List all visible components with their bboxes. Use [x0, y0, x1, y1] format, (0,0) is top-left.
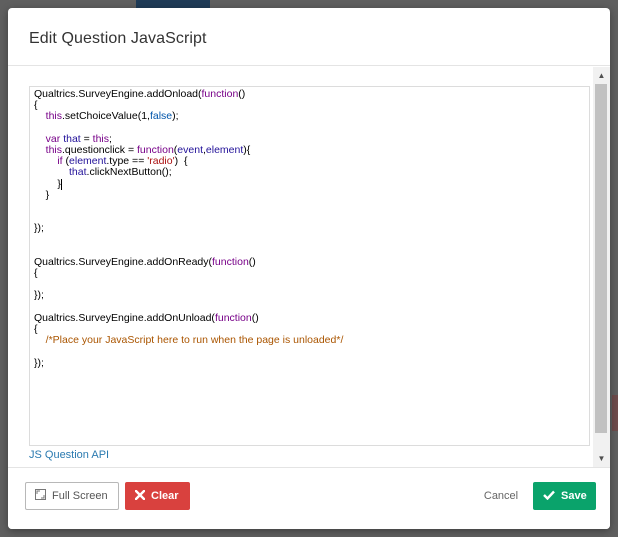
- code-editor[interactable]: Qualtrics.SurveyEngine.addOnload(functio…: [29, 86, 590, 446]
- dialog-title: Edit Question JavaScript: [29, 30, 207, 47]
- text-cursor: [60, 178, 62, 190]
- code-token: (): [248, 255, 256, 268]
- code-token: Qualtrics.SurveyEngine.addOnUnload(: [34, 311, 215, 324]
- check-icon: [543, 490, 555, 503]
- background-panel: [136, 0, 210, 8]
- code-line[interactable]: [34, 346, 343, 357]
- code-line[interactable]: that.clickNextButton();: [34, 167, 343, 178]
- chevron-down-icon[interactable]: ▼: [593, 450, 610, 467]
- js-question-api-link[interactable]: JS Question API: [29, 449, 109, 461]
- full-screen-button[interactable]: Full Screen: [25, 482, 119, 510]
- clear-button[interactable]: Clear: [125, 482, 190, 510]
- code-token: function: [214, 311, 252, 324]
- code-token: function: [137, 143, 174, 156]
- code-line[interactable]: Qualtrics.SurveyEngine.addOnUnload(funct…: [34, 311, 343, 324]
- code-line[interactable]: [34, 234, 343, 245]
- save-label: Save: [561, 490, 587, 502]
- code-token: this: [92, 132, 110, 145]
- dialog-body: Qualtrics.SurveyEngine.addOnload(functio…: [8, 67, 610, 467]
- code-token: {: [34, 99, 38, 112]
- code-token: .questionclick =: [62, 143, 138, 156]
- code-line[interactable]: Qualtrics.SurveyEngine.addOnload(functio…: [34, 88, 343, 100]
- code-line[interactable]: [34, 201, 343, 212]
- code-token: /*Place your JavaScript here to run when…: [45, 334, 344, 347]
- code-token: {: [34, 267, 38, 279]
- code-token: );: [172, 110, 179, 123]
- code-token: });: [34, 222, 44, 235]
- code-token: });: [34, 356, 44, 369]
- code-token: this: [45, 143, 63, 156]
- code-token: {: [34, 322, 38, 335]
- code-token: });: [34, 289, 44, 302]
- code-line[interactable]: });: [34, 356, 343, 369]
- chevron-up-icon[interactable]: ▲: [593, 67, 610, 84]
- code-token: function: [201, 88, 239, 100]
- code-token: =: [80, 132, 93, 145]
- dialog-footer: Full Screen Clear Cancel Save: [8, 467, 610, 529]
- vertical-scrollbar[interactable]: ▲ ▼: [593, 67, 610, 467]
- code-content[interactable]: Qualtrics.SurveyEngine.addOnload(functio…: [34, 88, 344, 369]
- code-line[interactable]: {: [34, 267, 343, 279]
- code-token: element: [69, 155, 107, 168]
- code-token: (): [238, 88, 246, 100]
- code-token: that: [63, 132, 81, 145]
- code-line[interactable]: [34, 279, 343, 290]
- x-icon: [134, 488, 146, 503]
- code-line[interactable]: }: [34, 177, 343, 190]
- code-token: ) {: [174, 155, 188, 168]
- expand-icon: [35, 489, 46, 503]
- code-token: ){: [243, 143, 251, 156]
- clear-label: Clear: [151, 490, 179, 502]
- code-token: event: [177, 143, 203, 156]
- code-line[interactable]: });: [34, 290, 343, 301]
- code-token: var: [45, 132, 61, 145]
- code-token: 'radio': [147, 155, 175, 168]
- code-line[interactable]: this.setChoiceValue(1,false);: [34, 111, 343, 122]
- code-token: }: [34, 188, 50, 201]
- background-edge: [612, 395, 618, 431]
- code-line[interactable]: }: [34, 188, 343, 201]
- cancel-button[interactable]: Cancel: [478, 482, 524, 510]
- code-token: }: [34, 177, 61, 190]
- code-token: Qualtrics.SurveyEngine.addOnload(: [34, 88, 202, 100]
- scrollbar-thumb[interactable]: [595, 84, 607, 433]
- code-line[interactable]: Qualtrics.SurveyEngine.addOnReady(functi…: [34, 255, 343, 268]
- code-token: .setChoiceValue(1,: [62, 110, 150, 123]
- code-token: .type ==: [106, 155, 148, 168]
- code-token: .clickNextButton();: [86, 166, 172, 179]
- code-token: Qualtrics.SurveyEngine.addOnReady(: [34, 255, 213, 268]
- code-token: this: [45, 110, 63, 123]
- code-token: element: [205, 143, 244, 156]
- code-line[interactable]: });: [34, 223, 343, 234]
- code-line[interactable]: /*Place your JavaScript here to run when…: [34, 334, 344, 347]
- code-token: function: [212, 255, 249, 268]
- code-token: (): [251, 311, 259, 324]
- edit-javascript-dialog: Edit Question JavaScript Qualtrics.Surve…: [8, 8, 610, 529]
- code-token: false: [149, 110, 173, 123]
- code-token: ;: [109, 132, 112, 145]
- code-line[interactable]: [34, 212, 343, 223]
- dialog-header: Edit Question JavaScript: [8, 8, 610, 66]
- save-button[interactable]: Save: [533, 482, 596, 510]
- code-token: that: [69, 166, 87, 179]
- full-screen-label: Full Screen: [52, 490, 108, 502]
